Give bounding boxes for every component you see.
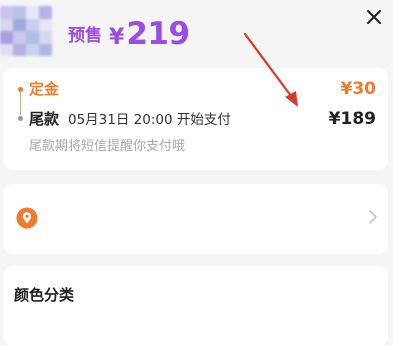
color-category-card: 颜色分类 (3, 266, 388, 346)
balance-start-time: 05月31日 20:00 开始支付 (68, 112, 231, 128)
balance-amount: ¥189 (328, 109, 376, 129)
price-amount: 219 (126, 16, 190, 52)
location-pin-icon (16, 207, 38, 229)
presale-label: 预售 (68, 26, 102, 46)
deposit-amount: ¥30 (340, 79, 377, 99)
product-thumbnail (0, 6, 52, 56)
stage-connector (20, 92, 21, 115)
balance-dot (18, 116, 23, 121)
deposit-label: 定金 (29, 80, 60, 98)
chevron-right-icon (368, 209, 378, 225)
close-icon[interactable] (365, 8, 383, 26)
price-currency: ¥ (109, 25, 125, 50)
color-category-label: 颜色分类 (14, 286, 75, 304)
payment-stages-card: 定金 ¥30 尾款 05月31日 20:00 开始支付 ¥189 尾款期将短信提… (3, 68, 388, 170)
presale-price: ¥219 (109, 14, 190, 59)
sku-header: 预售 ¥219 (0, 0, 393, 66)
balance-reminder-note: 尾款期将短信提醒你支付哦 (29, 139, 186, 154)
balance-label: 尾款 (29, 110, 60, 128)
address-row[interactable] (3, 184, 388, 254)
